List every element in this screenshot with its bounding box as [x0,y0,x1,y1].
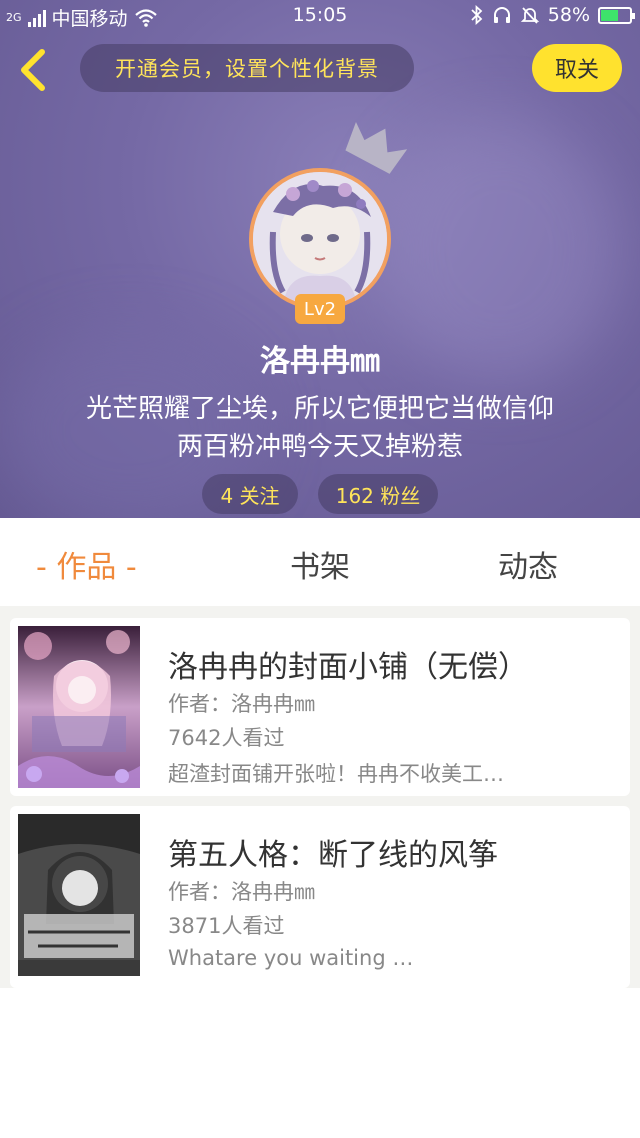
profile-header: 2G 中国移动 15:05 58% 开通会员，设置个性化背景 取关 Lv2 洛冉… [0,0,640,518]
headset-icon [493,7,510,23]
status-bar: 2G 中国移动 15:05 58% [0,0,640,32]
work-views: 7642人看过 [168,726,285,750]
avatar[interactable] [249,168,391,310]
work-views: 3871人看过 [168,914,285,938]
profile-tabs: - 作品 - 书架 动态 [0,518,640,606]
tab-activity[interactable]: 动态 [498,542,558,586]
battery-icon [598,6,635,24]
work-description: Whatare you waiting … [168,946,414,970]
following-count[interactable]: 4 关注 [202,474,298,514]
mute-bell-icon [520,7,539,24]
work-card[interactable]: 第五人格：断了线的风筝 作者：洛冉冉㎜ 3871人看过 Whatare you … [10,806,630,988]
vip-background-banner[interactable]: 开通会员，设置个性化背景 [80,44,414,92]
tab-works[interactable]: - 作品 - [36,542,137,586]
work-card[interactable]: 洛冉冉的封面小铺（无偿） 作者：洛冉冉㎜ 7642人看过 超渣封面铺开张啦！冉冉… [10,618,630,796]
work-description: 超渣封面铺开张啦！冉冉不收美工… [168,762,504,786]
work-title: 第五人格：断了线的风筝 [168,838,498,873]
crown-icon [345,122,408,174]
book-cover-image [18,814,140,976]
bluetooth-icon [471,5,483,25]
tab-bookshelf[interactable]: 书架 [290,542,350,586]
work-author: 作者：洛冉冉㎜ [168,880,315,904]
fans-count[interactable]: 162 粉丝 [318,474,438,514]
unfollow-button[interactable]: 取关 [532,44,622,92]
work-title: 洛冉冉的封面小铺（无偿） [168,650,528,685]
book-cover-image [18,626,140,788]
work-author: 作者：洛冉冉㎜ [168,692,315,716]
battery-percent: 58% [547,4,590,26]
user-bio-line1: 光芒照耀了尘埃，所以它便把它当做信仰 [85,394,554,424]
back-arrow-icon[interactable] [14,48,54,92]
level-badge: Lv2 [295,294,345,324]
user-nickname: 洛冉冉㎜ [260,344,380,379]
user-bio-line2: 两百粉冲鸭今天又掉粉惹 [176,432,463,462]
